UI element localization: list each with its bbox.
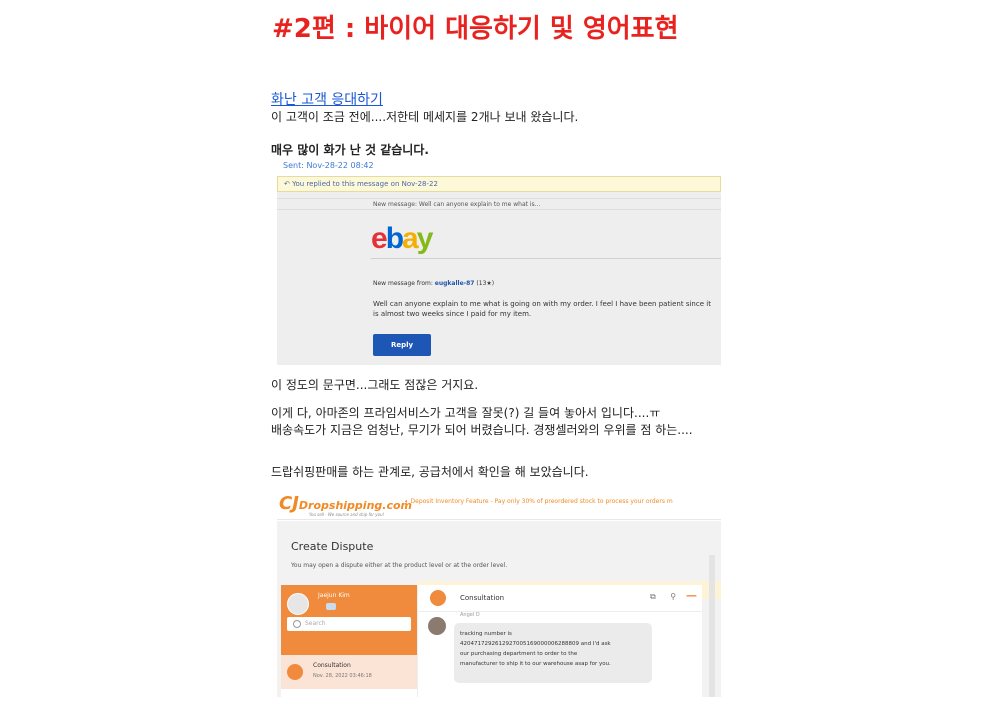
create-dispute-subtitle: You may open a dispute either at the pro…	[291, 562, 508, 569]
reply-button[interactable]: Reply	[373, 334, 431, 356]
minimize-icon[interactable]: —	[686, 589, 697, 602]
scrollbar[interactable]	[709, 555, 715, 697]
chat-header: Consultation ⧉ ⚲ —	[418, 585, 702, 612]
bubble-line: tracking number is	[460, 631, 512, 637]
chat-title: Consultation	[460, 594, 505, 602]
conversation-list: Jaejun Kim Search Consultation Nov. 28, …	[281, 585, 417, 697]
emphasis-text: 매우 많이 화가 난 것 같습니다.	[271, 143, 429, 157]
message-body: Well can anyone explain to me what is go…	[373, 300, 711, 318]
cj-logo-tagline: You sell · We source and ship for you!	[309, 512, 385, 517]
section-link[interactable]: 화난 고객 응대하기	[271, 89, 383, 109]
deposit-notice-text: Deposit Inventory Feature - Pay only 30%…	[410, 498, 673, 505]
intro-text: 이 고객이 조금 전에....저한테 메세지를 2개나 보내 왔습니다.	[271, 110, 579, 124]
conversation-date: Nov. 28, 2022 03:46:18	[313, 673, 372, 679]
ebay-logo-a: a	[402, 222, 419, 255]
from-user-link[interactable]: eugkalle-87	[435, 280, 475, 287]
new-message-bar: New message: Well can anyone explain to …	[277, 198, 721, 210]
pin-icon[interactable]: ⚲	[670, 592, 676, 601]
divider	[371, 258, 721, 259]
cj-header: CJDropshipping.com You sell · We source …	[277, 487, 721, 520]
window-icon[interactable]: ⧉	[650, 592, 656, 601]
chat-header-icons: ⧉ ⚲	[650, 592, 676, 602]
page-title: #2편 : 바이어 대응하기 및 영어표현	[272, 14, 679, 44]
search-placeholder: Search	[305, 620, 326, 627]
agent-name: Angel D	[460, 612, 480, 618]
sent-timestamp: Sent: Nov-28-22 08:42	[283, 161, 374, 170]
ebay-logo-b: b	[385, 222, 404, 255]
para2-line2: 배송속도가 지금은 엄청난, 무기가 되어 버렸습니다. 경쟁셀러와의 우위를 …	[271, 423, 693, 437]
para2-line1: 이게 다, 아마존의 프라임서비스가 고객을 잘못(?) 길 들여 놓아서 입니…	[271, 406, 661, 420]
conversation-item[interactable]: Consultation Nov. 28, 2022 03:46:18	[281, 655, 417, 689]
cj-avatar-icon	[430, 590, 446, 606]
avatar	[287, 593, 309, 615]
replied-text: You replied to this message on Nov-28-22	[292, 180, 438, 188]
bubble-line: our purchasing department to order to th…	[460, 651, 578, 657]
para-after-ebay: 이 정도의 문구면...그래도 점잖은 거지요.	[271, 378, 479, 392]
deposit-notice: 🔈︎ Deposit Inventory Feature - Pay only …	[405, 498, 673, 506]
ebay-logo-y: y	[416, 222, 434, 255]
search-input[interactable]: Search	[287, 617, 411, 631]
user-name: Jaejun Kim	[318, 592, 350, 599]
cj-avatar-icon	[287, 664, 303, 680]
ebay-message-screenshot: ↶ You replied to this message on Nov-28-…	[277, 176, 721, 365]
user-header: Jaejun Kim Search	[281, 585, 417, 655]
cj-logo-mark: CJ	[279, 493, 299, 514]
bubble-line: manufacturer to ship it to our warehouse…	[460, 661, 611, 667]
reply-arrow-icon: ↶	[284, 180, 293, 188]
search-icon	[293, 620, 301, 628]
cj-logo: CJDropshipping.com You sell · We source …	[279, 493, 412, 517]
feedback-score: (13★)	[476, 280, 495, 287]
create-dispute-title: Create Dispute	[291, 540, 374, 553]
ebay-logo-e: e	[371, 222, 388, 255]
para3: 드랍쉬핑판매를 하는 관계로, 공급처에서 확인을 해 보았습니다.	[271, 465, 589, 479]
bubble-line: 420471729261292700516900000628880​9 and …	[460, 641, 611, 647]
chat-panel: Consultation ⧉ ⚲ — Angel D tracking numb…	[417, 585, 702, 697]
cj-dispute-screenshot: CJDropshipping.com You sell · We source …	[277, 487, 721, 697]
cj-body: Create Dispute You may open a dispute ei…	[277, 521, 721, 697]
agent-avatar	[428, 617, 446, 635]
level-badge-icon	[326, 603, 336, 610]
ebay-logo: ebay	[371, 222, 434, 256]
from-label: New message from:	[373, 280, 433, 287]
replied-notice: ↶ You replied to this message on Nov-28-…	[277, 176, 721, 192]
conversation-label: Consultation	[313, 662, 351, 669]
message-from: New message from: eugkalle-87 (13★)	[373, 280, 494, 287]
chat-bubble: tracking number is 420471729261292700516…	[454, 623, 652, 683]
cj-logo-text: Dropshipping.com	[298, 499, 412, 512]
